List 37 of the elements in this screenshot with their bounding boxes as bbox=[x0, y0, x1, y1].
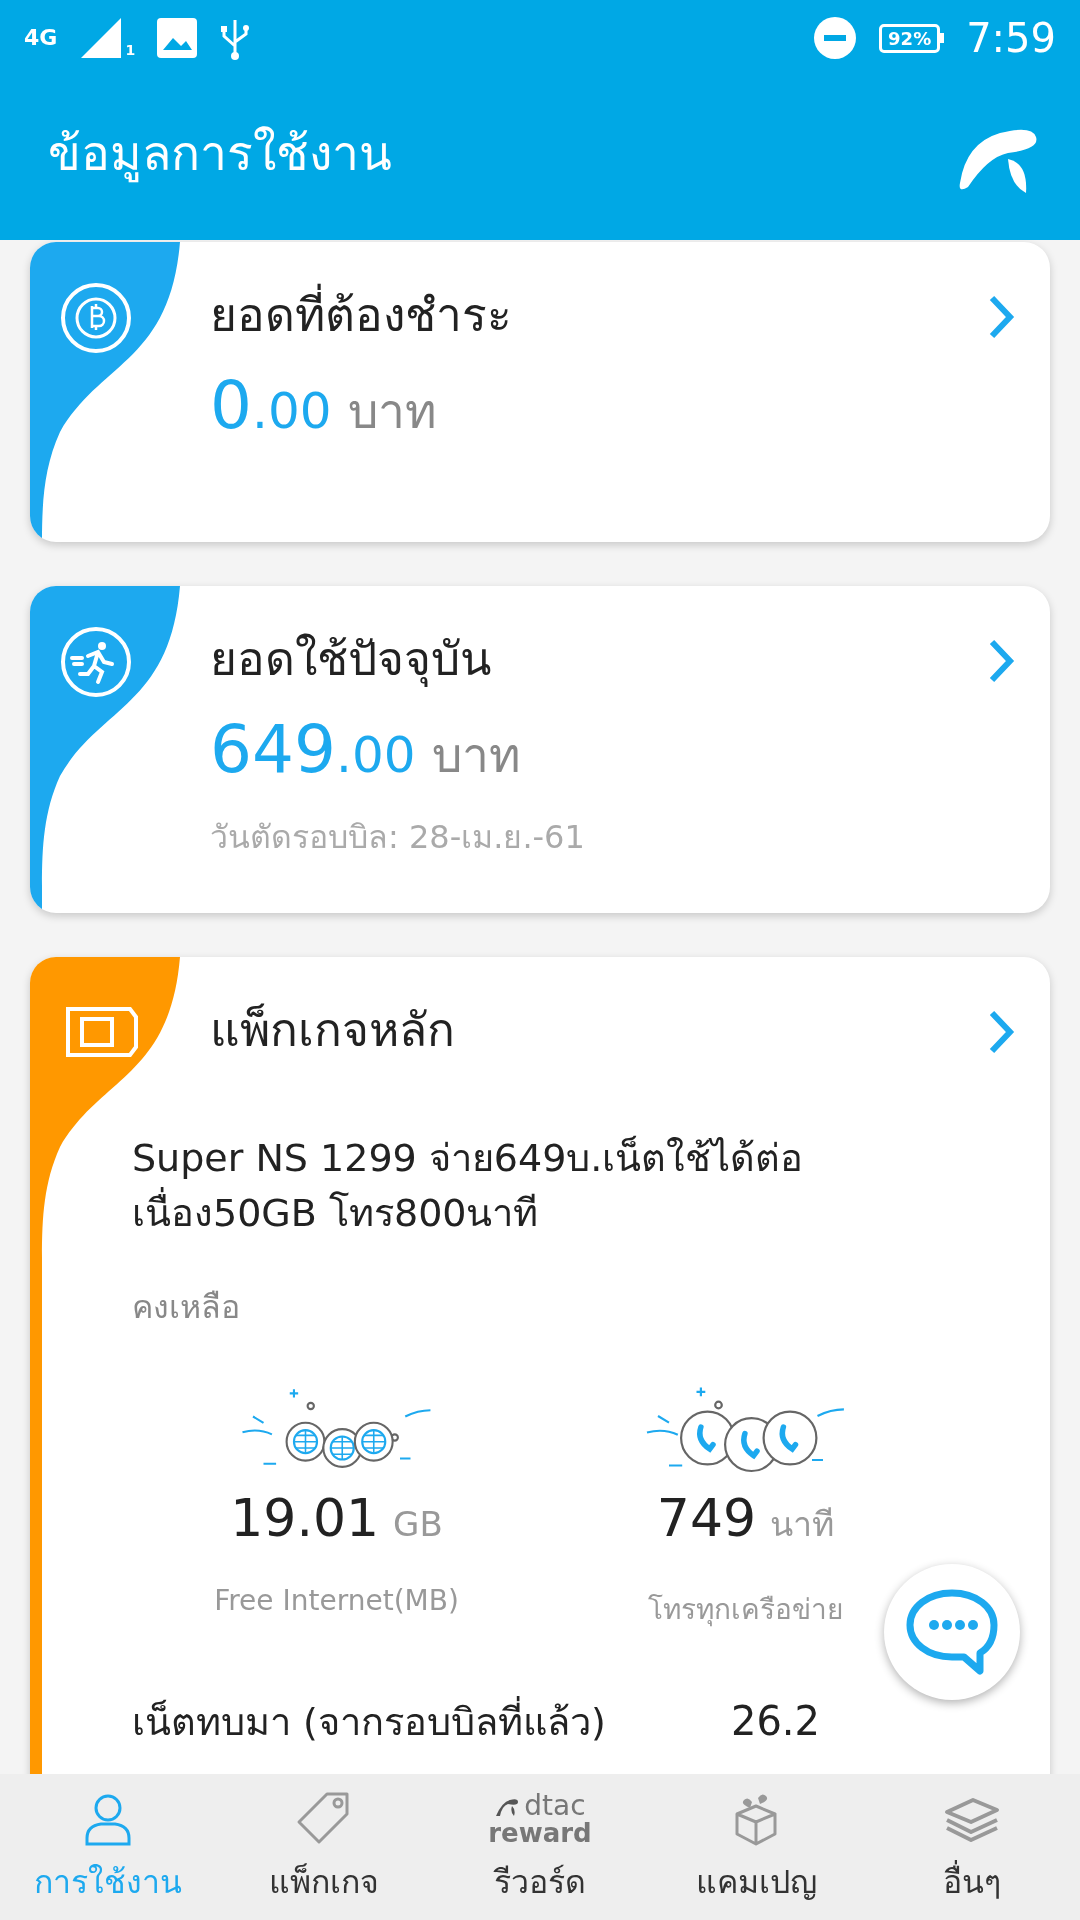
sim-number: 1 bbox=[125, 42, 136, 58]
clock: 7:59 bbox=[966, 15, 1056, 61]
do-not-disturb-icon bbox=[813, 16, 858, 60]
balance-unit: GB bbox=[393, 1504, 443, 1544]
page-title: ข้อมูลการใช้งาน bbox=[48, 124, 392, 185]
currency-unit: บาท bbox=[431, 725, 521, 785]
amount-value: 649.00 bbox=[210, 713, 416, 787]
image-icon bbox=[157, 18, 198, 58]
rollover-label: เน็ตทบมา (จากรอบบิลที่แล้ว) bbox=[132, 1691, 606, 1752]
battery-level: 92% bbox=[879, 23, 941, 53]
card-title: ยอดใช้ปัจจุบัน bbox=[210, 631, 492, 689]
usage-card[interactable]: ยอดใช้ปัจจุบัน 649.00 บาท วันตัดรอบบิล: 28-เม.ย.-61 bbox=[30, 586, 1050, 913]
signal-icon bbox=[79, 16, 124, 60]
balance-value: 749 bbox=[656, 1488, 757, 1548]
remaining-label: คงเหลือ bbox=[132, 1287, 241, 1328]
balance-label: โทรทุกเครือข่าย bbox=[648, 1592, 843, 1629]
nav-tab[interactable]: อื่นๆ bbox=[864, 1774, 1080, 1920]
nav-tab[interactable]: dtac reward รีวอร์ด bbox=[432, 1774, 648, 1920]
network-type: 4G bbox=[24, 27, 58, 49]
balance-label: Free Internet(MB) bbox=[214, 1584, 459, 1617]
currency-unit: บาท bbox=[347, 381, 437, 441]
balance-unit: นาที bbox=[770, 1503, 835, 1546]
logo-text: dtac bbox=[524, 1791, 586, 1820]
rollover-value: 26.2 bbox=[730, 1698, 820, 1745]
bill-card[interactable]: ยอดที่ต้องชำระ 0.00 บาท bbox=[30, 242, 1050, 542]
chat-bubble-icon bbox=[904, 1587, 1000, 1677]
bill-cycle-date: วันตัดรอบบิล: 28-เม.ย.-61 bbox=[210, 816, 586, 858]
balance-value: 19.01 bbox=[230, 1488, 380, 1548]
nav-tab[interactable]: แคมเปญ bbox=[648, 1774, 864, 1920]
nav-tab[interactable]: แพ็กเกจ bbox=[216, 1774, 432, 1920]
package-description: Super NS 1299 จ่าย649บ.เน็ตใช้ได้ต่อเนื่อง50GB โทร800นาที bbox=[132, 1134, 805, 1237]
logo-text: reward bbox=[488, 1819, 592, 1846]
amount-value: 0.00 bbox=[210, 369, 332, 443]
baht-coin-icon bbox=[58, 280, 134, 356]
runner-icon bbox=[58, 624, 134, 700]
card-title: แพ็กเกจหลัก bbox=[210, 1003, 455, 1057]
package-card[interactable]: แพ็กเกจหลัก Super NS 1299 จ่าย649บ.เน็ตใช้ได้ต่อเนื่อง50GB โทร800นาที คงเหลือ 19.01 GB Free Internet(MB) 749 นาที โทรทุกเครือข่าย เน็ตทบมา (จากรอบบิลที่แล้ว) 26.2 bbox=[30, 957, 1050, 1774]
